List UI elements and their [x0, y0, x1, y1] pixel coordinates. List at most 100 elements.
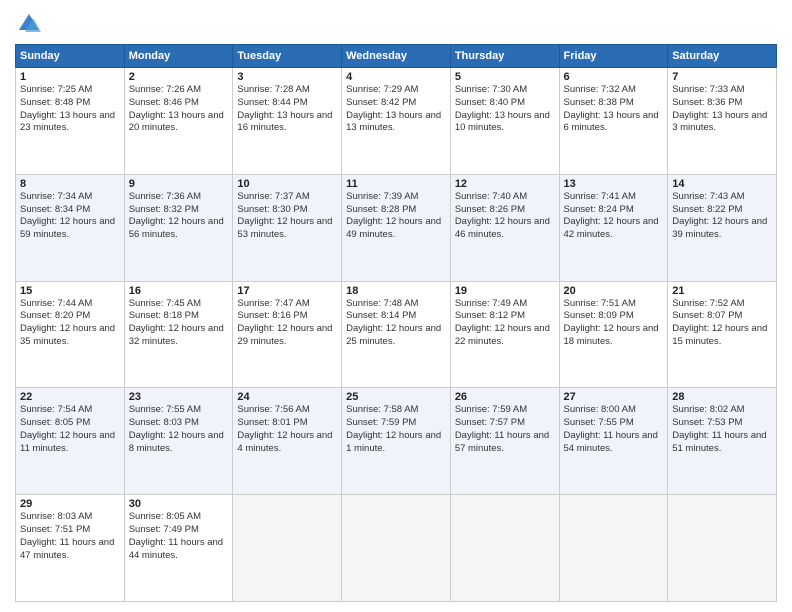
day-number: 17: [237, 285, 337, 297]
day-info: Sunrise: 7:58 AMSunset: 7:59 PMDaylight:…: [346, 404, 441, 453]
calendar-day-6: 6 Sunrise: 7:32 AMSunset: 8:38 PMDayligh…: [559, 68, 668, 175]
day-number: 14: [672, 178, 772, 190]
day-info: Sunrise: 7:44 AMSunset: 8:20 PMDaylight:…: [20, 298, 115, 347]
weekday-header-wednesday: Wednesday: [342, 45, 451, 68]
calendar-day-10: 10 Sunrise: 7:37 AMSunset: 8:30 PMDaylig…: [233, 174, 342, 281]
calendar-day-18: 18 Sunrise: 7:48 AMSunset: 8:14 PMDaylig…: [342, 281, 451, 388]
calendar-day-4: 4 Sunrise: 7:29 AMSunset: 8:42 PMDayligh…: [342, 68, 451, 175]
day-info: Sunrise: 8:02 AMSunset: 7:53 PMDaylight:…: [672, 404, 766, 453]
day-info: Sunrise: 7:52 AMSunset: 8:07 PMDaylight:…: [672, 298, 767, 347]
day-number: 24: [237, 391, 337, 403]
calendar-week-row: 15 Sunrise: 7:44 AMSunset: 8:20 PMDaylig…: [16, 281, 777, 388]
calendar-day-28: 28 Sunrise: 8:02 AMSunset: 7:53 PMDaylig…: [668, 388, 777, 495]
calendar-day-13: 13 Sunrise: 7:41 AMSunset: 8:24 PMDaylig…: [559, 174, 668, 281]
day-number: 4: [346, 71, 446, 83]
calendar-day-15: 15 Sunrise: 7:44 AMSunset: 8:20 PMDaylig…: [16, 281, 125, 388]
day-number: 21: [672, 285, 772, 297]
day-info: Sunrise: 7:43 AMSunset: 8:22 PMDaylight:…: [672, 191, 767, 240]
calendar-week-row: 1 Sunrise: 7:25 AMSunset: 8:48 PMDayligh…: [16, 68, 777, 175]
day-info: Sunrise: 8:03 AMSunset: 7:51 PMDaylight:…: [20, 511, 114, 560]
calendar-day-23: 23 Sunrise: 7:55 AMSunset: 8:03 PMDaylig…: [124, 388, 233, 495]
calendar-day-29: 29 Sunrise: 8:03 AMSunset: 7:51 PMDaylig…: [16, 495, 125, 602]
day-number: 18: [346, 285, 446, 297]
day-info: Sunrise: 7:45 AMSunset: 8:18 PMDaylight:…: [129, 298, 224, 347]
calendar-day-17: 17 Sunrise: 7:47 AMSunset: 8:16 PMDaylig…: [233, 281, 342, 388]
day-number: 23: [129, 391, 229, 403]
day-number: 9: [129, 178, 229, 190]
day-number: 1: [20, 71, 120, 83]
calendar-day-27: 27 Sunrise: 8:00 AMSunset: 7:55 PMDaylig…: [559, 388, 668, 495]
day-info: Sunrise: 7:29 AMSunset: 8:42 PMDaylight:…: [346, 84, 441, 133]
day-number: 22: [20, 391, 120, 403]
weekday-header-friday: Friday: [559, 45, 668, 68]
logo-icon: [15, 10, 43, 38]
day-number: 30: [129, 498, 229, 510]
calendar-table: SundayMondayTuesdayWednesdayThursdayFrid…: [15, 44, 777, 602]
day-number: 25: [346, 391, 446, 403]
calendar-day-30: 30 Sunrise: 8:05 AMSunset: 7:49 PMDaylig…: [124, 495, 233, 602]
calendar-day-24: 24 Sunrise: 7:56 AMSunset: 8:01 PMDaylig…: [233, 388, 342, 495]
calendar-day-12: 12 Sunrise: 7:40 AMSunset: 8:26 PMDaylig…: [450, 174, 559, 281]
weekday-header-saturday: Saturday: [668, 45, 777, 68]
day-number: 28: [672, 391, 772, 403]
weekday-header-row: SundayMondayTuesdayWednesdayThursdayFrid…: [16, 45, 777, 68]
calendar-day-22: 22 Sunrise: 7:54 AMSunset: 8:05 PMDaylig…: [16, 388, 125, 495]
day-number: 26: [455, 391, 555, 403]
day-number: 20: [564, 285, 664, 297]
logo: [15, 10, 47, 38]
day-number: 27: [564, 391, 664, 403]
day-info: Sunrise: 7:33 AMSunset: 8:36 PMDaylight:…: [672, 84, 767, 133]
day-number: 11: [346, 178, 446, 190]
day-number: 10: [237, 178, 337, 190]
day-info: Sunrise: 7:59 AMSunset: 7:57 PMDaylight:…: [455, 404, 549, 453]
calendar-day-19: 19 Sunrise: 7:49 AMSunset: 8:12 PMDaylig…: [450, 281, 559, 388]
calendar-day-3: 3 Sunrise: 7:28 AMSunset: 8:44 PMDayligh…: [233, 68, 342, 175]
calendar-day-21: 21 Sunrise: 7:52 AMSunset: 8:07 PMDaylig…: [668, 281, 777, 388]
calendar-day-empty: [668, 495, 777, 602]
calendar-day-7: 7 Sunrise: 7:33 AMSunset: 8:36 PMDayligh…: [668, 68, 777, 175]
calendar-day-5: 5 Sunrise: 7:30 AMSunset: 8:40 PMDayligh…: [450, 68, 559, 175]
day-number: 7: [672, 71, 772, 83]
day-info: Sunrise: 7:51 AMSunset: 8:09 PMDaylight:…: [564, 298, 659, 347]
header: [15, 10, 777, 38]
day-info: Sunrise: 7:41 AMSunset: 8:24 PMDaylight:…: [564, 191, 659, 240]
calendar-day-empty: [342, 495, 451, 602]
calendar-day-8: 8 Sunrise: 7:34 AMSunset: 8:34 PMDayligh…: [16, 174, 125, 281]
calendar-day-1: 1 Sunrise: 7:25 AMSunset: 8:48 PMDayligh…: [16, 68, 125, 175]
day-info: Sunrise: 7:56 AMSunset: 8:01 PMDaylight:…: [237, 404, 332, 453]
day-info: Sunrise: 7:36 AMSunset: 8:32 PMDaylight:…: [129, 191, 224, 240]
day-number: 15: [20, 285, 120, 297]
day-number: 6: [564, 71, 664, 83]
weekday-header-tuesday: Tuesday: [233, 45, 342, 68]
calendar-day-16: 16 Sunrise: 7:45 AMSunset: 8:18 PMDaylig…: [124, 281, 233, 388]
day-number: 29: [20, 498, 120, 510]
day-info: Sunrise: 7:30 AMSunset: 8:40 PMDaylight:…: [455, 84, 550, 133]
day-number: 5: [455, 71, 555, 83]
day-info: Sunrise: 8:00 AMSunset: 7:55 PMDaylight:…: [564, 404, 658, 453]
day-info: Sunrise: 7:40 AMSunset: 8:26 PMDaylight:…: [455, 191, 550, 240]
day-info: Sunrise: 7:48 AMSunset: 8:14 PMDaylight:…: [346, 298, 441, 347]
day-info: Sunrise: 7:47 AMSunset: 8:16 PMDaylight:…: [237, 298, 332, 347]
day-info: Sunrise: 7:54 AMSunset: 8:05 PMDaylight:…: [20, 404, 115, 453]
calendar-day-25: 25 Sunrise: 7:58 AMSunset: 7:59 PMDaylig…: [342, 388, 451, 495]
day-number: 8: [20, 178, 120, 190]
page: SundayMondayTuesdayWednesdayThursdayFrid…: [0, 0, 792, 612]
calendar-day-11: 11 Sunrise: 7:39 AMSunset: 8:28 PMDaylig…: [342, 174, 451, 281]
day-info: Sunrise: 7:26 AMSunset: 8:46 PMDaylight:…: [129, 84, 224, 133]
day-number: 16: [129, 285, 229, 297]
day-info: Sunrise: 7:34 AMSunset: 8:34 PMDaylight:…: [20, 191, 115, 240]
calendar-day-2: 2 Sunrise: 7:26 AMSunset: 8:46 PMDayligh…: [124, 68, 233, 175]
day-info: Sunrise: 7:39 AMSunset: 8:28 PMDaylight:…: [346, 191, 441, 240]
calendar-day-empty: [233, 495, 342, 602]
calendar-day-9: 9 Sunrise: 7:36 AMSunset: 8:32 PMDayligh…: [124, 174, 233, 281]
day-number: 13: [564, 178, 664, 190]
weekday-header-thursday: Thursday: [450, 45, 559, 68]
calendar-day-empty: [450, 495, 559, 602]
day-info: Sunrise: 7:32 AMSunset: 8:38 PMDaylight:…: [564, 84, 659, 133]
calendar-week-row: 22 Sunrise: 7:54 AMSunset: 8:05 PMDaylig…: [16, 388, 777, 495]
day-number: 2: [129, 71, 229, 83]
weekday-header-sunday: Sunday: [16, 45, 125, 68]
calendar-week-row: 29 Sunrise: 8:03 AMSunset: 7:51 PMDaylig…: [16, 495, 777, 602]
day-info: Sunrise: 8:05 AMSunset: 7:49 PMDaylight:…: [129, 511, 223, 560]
weekday-header-monday: Monday: [124, 45, 233, 68]
